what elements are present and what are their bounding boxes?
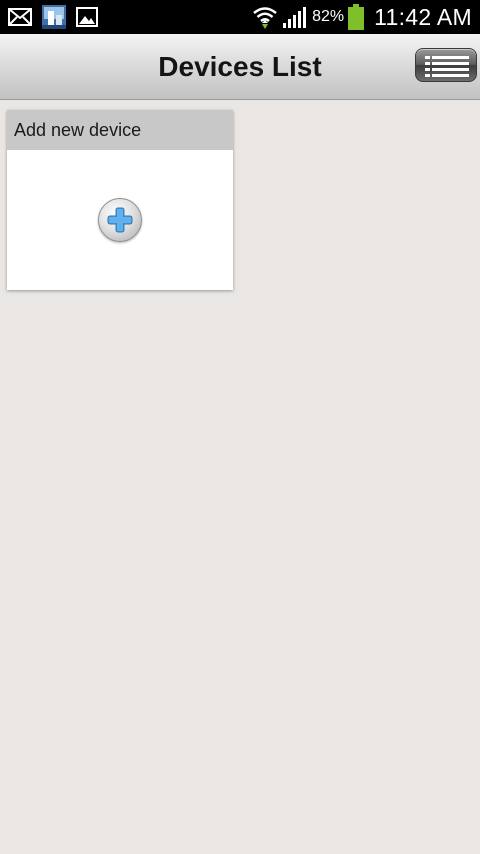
app-thumbnail-icon <box>42 5 66 29</box>
add-device-card[interactable]: Add new device <box>7 110 233 290</box>
page-title: Devices List <box>158 51 322 82</box>
wifi-icon <box>253 7 277 29</box>
menu-button[interactable] <box>415 48 477 82</box>
signal-icon <box>283 7 307 28</box>
system-indicators: 82% 11:42 AM <box>252 0 472 34</box>
email-icon <box>8 8 32 26</box>
gallery-icon <box>76 7 98 27</box>
status-time: 11:42 AM <box>374 3 472 30</box>
status-bar: 82% 11:42 AM <box>0 0 480 34</box>
battery-percent: 82% <box>312 8 345 25</box>
title-bar: Devices List <box>0 34 480 100</box>
add-device-button[interactable] <box>98 198 142 242</box>
plus-icon <box>107 207 133 233</box>
list-menu-icon <box>425 56 469 77</box>
add-device-label: Add new device <box>7 110 233 150</box>
battery-icon <box>348 4 365 30</box>
notification-icons <box>8 5 98 29</box>
